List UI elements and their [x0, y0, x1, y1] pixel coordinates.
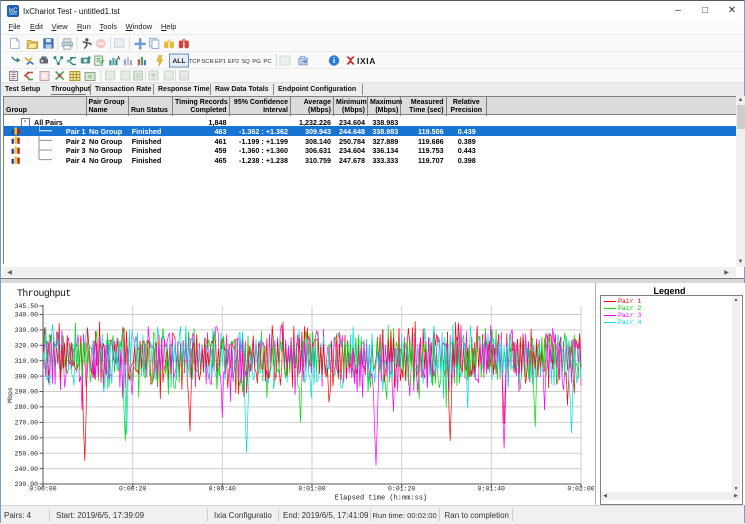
- svg-text:IxC: IxC: [9, 8, 19, 14]
- svg-text:SCR: SCR: [201, 59, 213, 65]
- svg-text:280.00: 280.00: [15, 404, 39, 411]
- svg-text:A: A: [117, 56, 121, 62]
- svg-text:0:01:00: 0:01:00: [298, 486, 325, 493]
- svg-text:Elapsed time (h:mm:ss): Elapsed time (h:mm:ss): [335, 495, 427, 503]
- svg-text:ALL: ALL: [172, 58, 185, 65]
- svg-text:0:00:00: 0:00:00: [29, 486, 56, 493]
- svg-text:IXIA: IXIA: [357, 56, 376, 66]
- svg-text:250.00: 250.00: [15, 450, 39, 457]
- svg-text:0:01:40: 0:01:40: [478, 486, 505, 493]
- svg-text:345.50: 345.50: [15, 303, 39, 310]
- svg-text:TCP: TCP: [189, 59, 201, 65]
- svg-text:240.00: 240.00: [15, 466, 39, 473]
- svg-text:330.00: 330.00: [15, 327, 39, 334]
- svg-text:EP1: EP1: [215, 59, 226, 65]
- svg-text:PC: PC: [263, 59, 272, 65]
- svg-text:270.00: 270.00: [15, 420, 39, 427]
- svg-text:260.00: 260.00: [15, 435, 39, 442]
- svg-text:Mbps: Mbps: [7, 387, 14, 403]
- svg-text:0:00:20: 0:00:20: [119, 486, 146, 493]
- svg-text:290.00: 290.00: [15, 389, 39, 396]
- svg-text:340.00: 340.00: [15, 312, 39, 319]
- svg-text:EP2: EP2: [228, 59, 239, 65]
- svg-text:0:01:20: 0:01:20: [388, 486, 415, 493]
- svg-text:PG: PG: [252, 59, 261, 65]
- svg-text:0:02:00: 0:02:00: [567, 486, 594, 493]
- svg-text:0:00:40: 0:00:40: [209, 486, 236, 493]
- svg-text:SQ: SQ: [241, 59, 250, 65]
- svg-text:310.00: 310.00: [15, 358, 39, 365]
- svg-text:320.00: 320.00: [15, 343, 39, 350]
- svg-text:300.00: 300.00: [15, 373, 39, 380]
